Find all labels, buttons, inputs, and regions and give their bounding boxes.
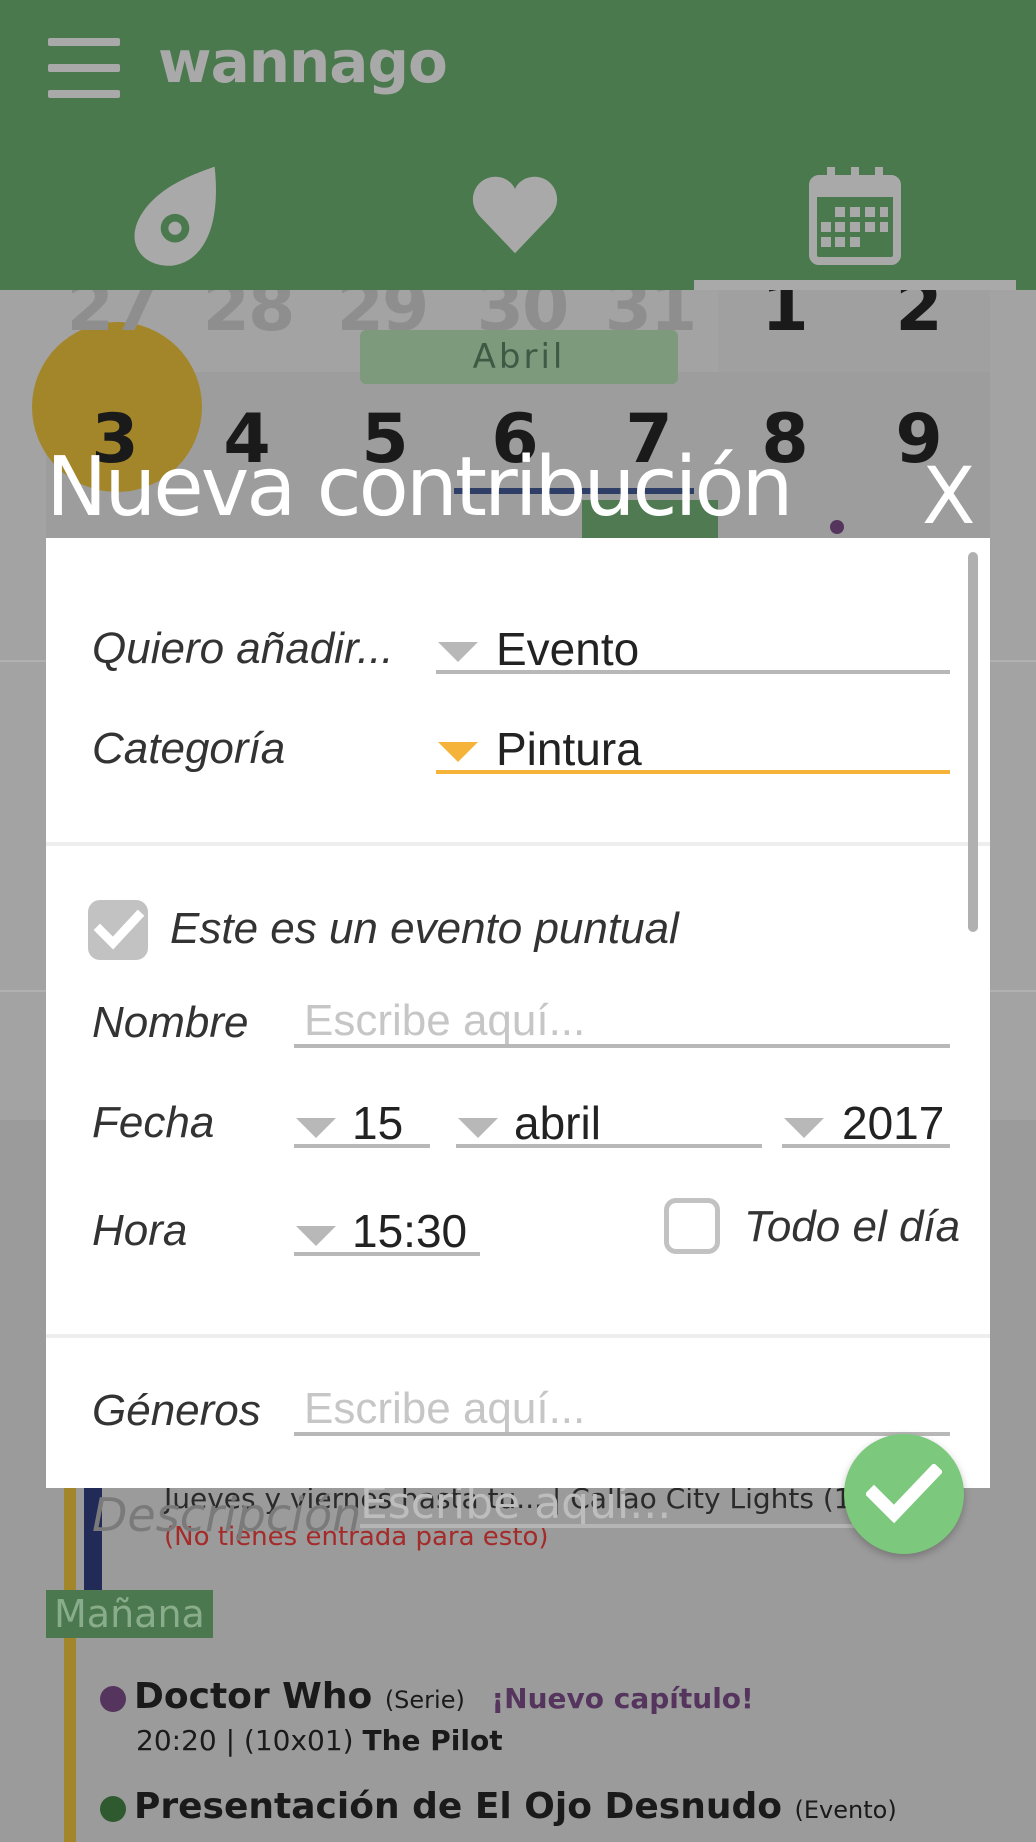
generos-placeholder: Escribe aquí... — [304, 1384, 586, 1433]
fecha-month-value: abril — [514, 1097, 601, 1149]
event-detail: 20:20 | (10x01) The Pilot — [136, 1724, 503, 1757]
descripcion-field-line — [360, 1524, 860, 1528]
event-title: Doctor Who — [134, 1676, 373, 1717]
menu-icon[interactable] — [48, 38, 120, 98]
checkmark-icon — [93, 909, 145, 950]
checkmark-icon — [866, 1464, 942, 1524]
event-time: 20:20 | (10x01) — [136, 1724, 363, 1757]
chevron-down-icon — [296, 1226, 336, 1246]
close-button[interactable]: X — [922, 452, 975, 542]
day-section-label: Mañana — [46, 1590, 213, 1638]
section-divider — [46, 1334, 990, 1338]
fecha-label: Fecha — [92, 1098, 215, 1147]
event-dot — [830, 520, 844, 534]
categoria-value: Pintura — [496, 723, 642, 775]
heart-icon — [472, 176, 558, 254]
fecha-day-value: 15 — [352, 1097, 404, 1149]
event-type: (Serie) — [384, 1686, 465, 1714]
event-badge: ¡Nuevo capítulo! — [491, 1682, 754, 1715]
eye-flame-icon — [134, 166, 216, 266]
event-type: (Evento) — [794, 1796, 897, 1824]
event-dot — [100, 1686, 126, 1712]
tab-explore[interactable] — [5, 140, 345, 290]
fecha-year-value: 2017 — [842, 1097, 945, 1149]
chevron-down-icon — [784, 1118, 824, 1138]
chevron-down-icon — [296, 1118, 336, 1138]
dialog-title: Nueva contribución — [46, 440, 793, 535]
tipo-label: Quiero añadir... — [92, 624, 394, 673]
hora-label: Hora — [92, 1206, 188, 1255]
fecha-day-underline — [294, 1144, 430, 1148]
app-header: wannago — [0, 0, 1036, 290]
section-divider — [46, 842, 990, 846]
nombre-label: Nombre — [92, 998, 249, 1047]
active-tab-indicator — [694, 280, 1016, 290]
episode-title: The Pilot — [362, 1724, 503, 1757]
timeline-bar — [64, 1480, 76, 1842]
dialog-scrollbar[interactable] — [968, 552, 978, 932]
descripcion-label: Descripción — [92, 1488, 362, 1542]
event-item[interactable]: Presentación de El Ojo Desnudo (Evento) — [134, 1786, 897, 1827]
tab-favorites[interactable] — [345, 140, 685, 290]
chevron-down-icon — [458, 1118, 498, 1138]
app-logo: wannago — [158, 28, 448, 96]
hora-underline — [294, 1252, 480, 1256]
checkbox-checked — [88, 900, 148, 960]
tipo-value: Evento — [496, 623, 640, 675]
generos-label: Géneros — [92, 1386, 261, 1435]
event-dot — [100, 1796, 126, 1822]
puntual-label: Este es un evento puntual — [170, 904, 679, 953]
categoria-underline — [436, 770, 950, 774]
month-label: Abril — [360, 330, 678, 384]
tab-calendar[interactable] — [685, 140, 1025, 290]
calendar-icon — [809, 167, 901, 265]
confirm-button[interactable] — [844, 1434, 964, 1554]
event-title: Presentación de El Ojo Desnudo — [134, 1786, 782, 1827]
new-contribution-dialog: Quiero añadir... Evento Categoría Pintur… — [46, 538, 990, 1488]
tipo-underline — [436, 670, 950, 674]
hora-value: 15:30 — [352, 1205, 468, 1257]
nombre-underline — [294, 1044, 950, 1048]
chevron-down-icon — [438, 642, 478, 662]
generos-underline — [294, 1432, 950, 1436]
nombre-placeholder: Escribe aquí... — [304, 996, 586, 1045]
chevron-down-icon — [438, 742, 478, 762]
categoria-label: Categoría — [92, 724, 286, 773]
fecha-year-underline — [782, 1144, 950, 1148]
fecha-month-underline — [456, 1144, 762, 1148]
event-item[interactable]: Doctor Who (Serie) ¡Nuevo capítulo! — [134, 1676, 754, 1717]
checkbox-unchecked — [664, 1198, 720, 1254]
todo-el-dia-label: Todo el día — [744, 1202, 961, 1251]
